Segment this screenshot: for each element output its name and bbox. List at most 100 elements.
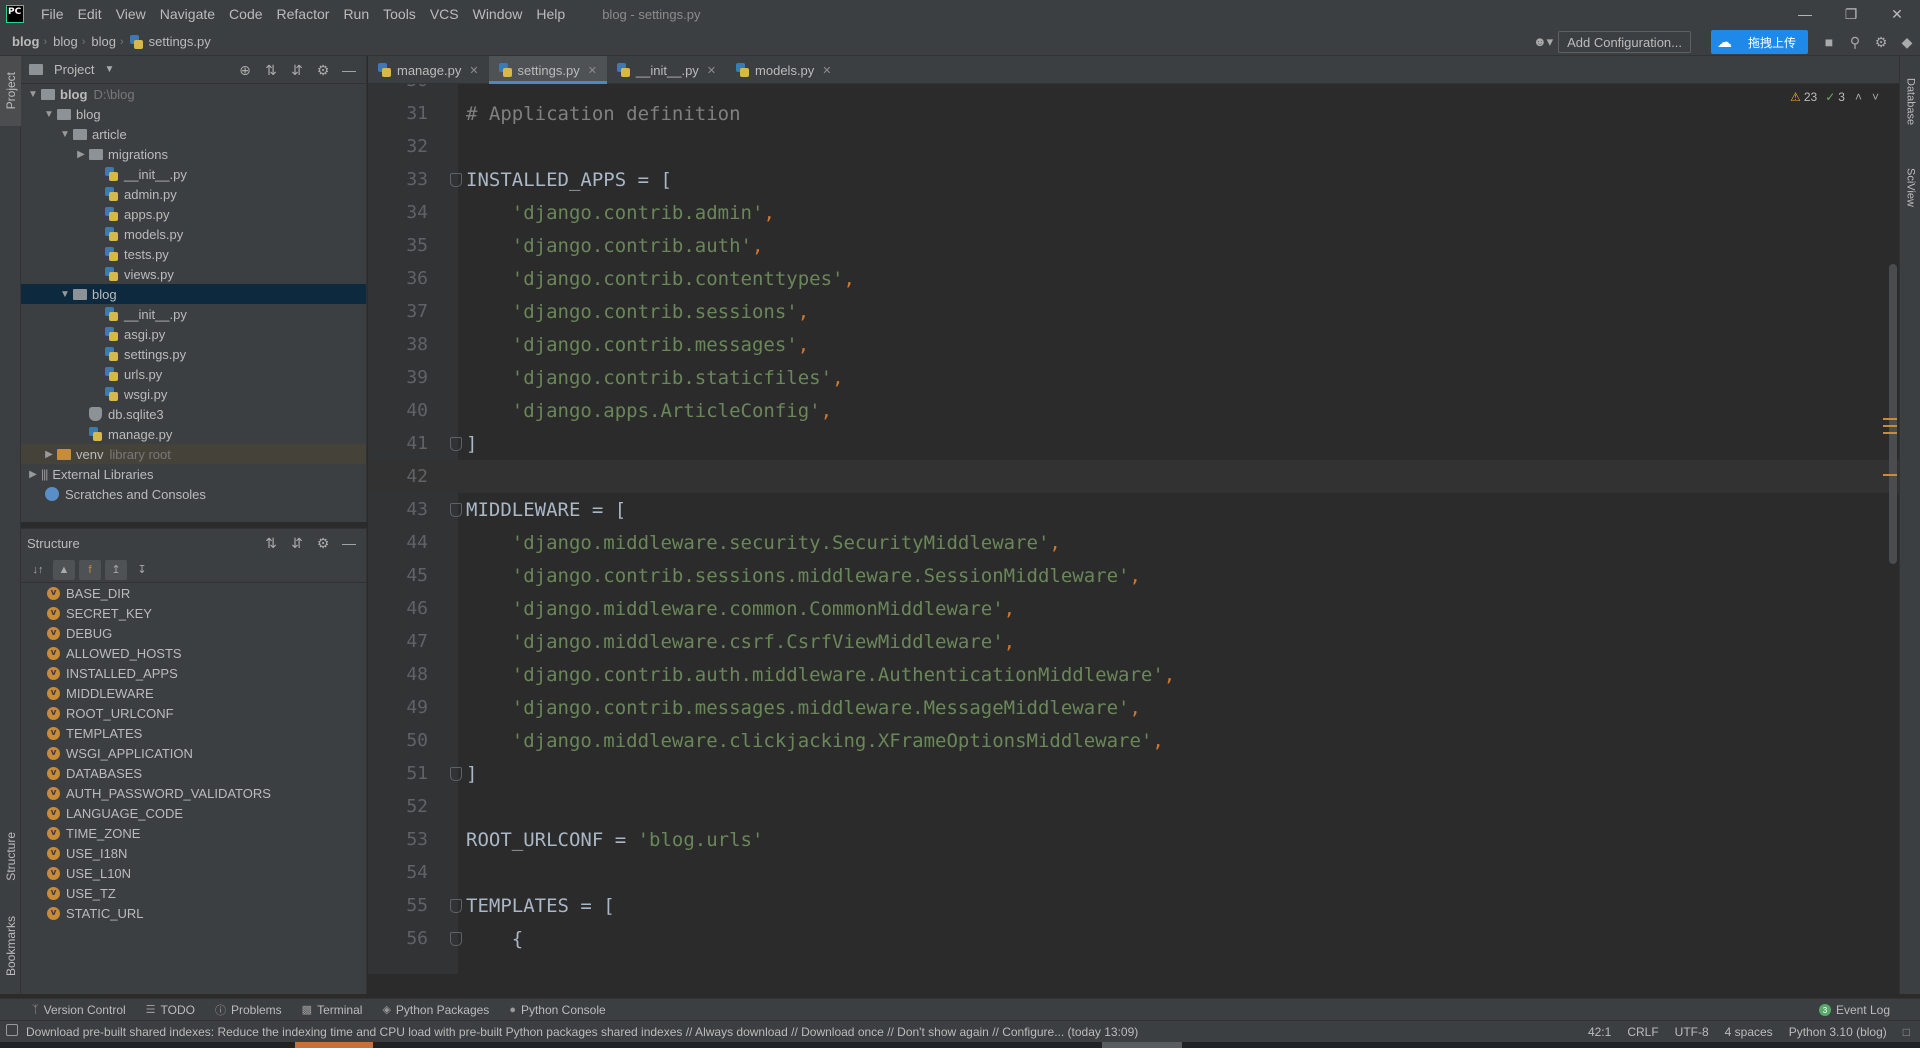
structure-item[interactable]: v ROOT_URLCONF xyxy=(21,703,366,723)
menu-code[interactable]: Code xyxy=(222,6,269,22)
code-line[interactable]: 32 xyxy=(368,130,1899,163)
tree-item[interactable]: admin.py xyxy=(21,184,366,204)
close-icon[interactable]: ✕ xyxy=(1874,0,1920,28)
structure-item[interactable]: v USE_L10N xyxy=(21,863,366,883)
menu-file[interactable]: File xyxy=(34,6,71,22)
structure-item[interactable]: v WSGI_APPLICATION xyxy=(21,743,366,763)
menu-window[interactable]: Window xyxy=(466,6,530,22)
tree-item[interactable]: urls.py xyxy=(21,364,366,384)
close-tab-icon[interactable]: ✕ xyxy=(469,64,478,77)
close-tab-icon[interactable]: ✕ xyxy=(588,64,597,77)
minimize-icon[interactable]: — xyxy=(1782,0,1828,28)
chevron-up-icon[interactable]: ˄ xyxy=(1855,90,1862,104)
code-line[interactable]: 30 xyxy=(368,84,1899,97)
structure-item[interactable]: v LANGUAGE_CODE xyxy=(21,803,366,823)
tree-item[interactable]: ▼ blog xyxy=(21,284,366,304)
chevron-down-icon[interactable]: ▼ xyxy=(25,89,41,100)
structure-item[interactable]: v SECRET_KEY xyxy=(21,603,366,623)
code-line[interactable]: 50 'django.middleware.clickjacking.XFram… xyxy=(368,724,1899,757)
tool-window-button[interactable]: ▩ Terminal xyxy=(292,1002,373,1018)
structure-item[interactable]: v BASE_DIR xyxy=(21,583,366,603)
tree-item[interactable]: __init__.py xyxy=(21,164,366,184)
fold-marker-icon[interactable] xyxy=(450,172,462,187)
restore-icon[interactable]: ❐ xyxy=(1828,0,1874,28)
tree-external-libraries[interactable]: ▶ ||| External Libraries xyxy=(21,464,366,484)
structure-item[interactable]: v ALLOWED_HOSTS xyxy=(21,643,366,663)
breadcrumb-item[interactable]: blog xyxy=(85,34,120,49)
chevron-right-icon[interactable]: ▶ xyxy=(73,149,89,160)
tab-structure[interactable]: Structure xyxy=(0,816,21,896)
gear-icon[interactable]: ⚙ xyxy=(310,62,336,79)
code-line[interactable]: 31 # Application definition xyxy=(368,97,1899,130)
tree-item[interactable]: views.py xyxy=(21,264,366,284)
tool-window-button[interactable]: ◈ Python Packages xyxy=(372,1002,499,1018)
menu-view[interactable]: View xyxy=(109,6,153,22)
menu-tools[interactable]: Tools xyxy=(376,6,423,22)
tree-item[interactable]: db.sqlite3 xyxy=(21,404,366,424)
code-line[interactable]: 34 'django.contrib.admin', xyxy=(368,196,1899,229)
tool-window-button[interactable]: ᛉ Version Control xyxy=(22,1002,136,1018)
breadcrumb-item[interactable]: blog xyxy=(47,34,82,49)
menu-navigate[interactable]: Navigate xyxy=(153,6,222,22)
hide-icon[interactable]: — xyxy=(336,62,362,78)
tree-item[interactable]: __init__.py xyxy=(21,304,366,324)
code-line[interactable]: 38 'django.contrib.messages', xyxy=(368,328,1899,361)
indent-setting[interactable]: 4 spaces xyxy=(1725,1025,1773,1039)
autoscroll-to-source-icon[interactable]: ↥ xyxy=(105,559,127,580)
status-message[interactable]: Download pre-built shared indexes: Reduc… xyxy=(0,1025,1138,1039)
lock-icon[interactable]: □ xyxy=(1903,1025,1910,1039)
inspection-widget[interactable]: ⚠ 23 ✓ 3 ˄ ˅ xyxy=(1790,90,1879,104)
chevron-down-icon[interactable]: ▼ xyxy=(57,289,73,300)
menu-refactor[interactable]: Refactor xyxy=(270,6,337,22)
fold-marker-icon[interactable] xyxy=(450,502,462,517)
tree-item[interactable]: ▶ migrations xyxy=(21,144,366,164)
tab-project[interactable]: Project xyxy=(0,56,21,126)
add-configuration-button[interactable]: Add Configuration... xyxy=(1558,31,1691,53)
tree-item[interactable]: ▼ article xyxy=(21,124,366,144)
tree-item[interactable]: wsgi.py xyxy=(21,384,366,404)
stop-icon[interactable]: ■ xyxy=(1816,34,1842,50)
tree-scratches[interactable]: Scratches and Consoles xyxy=(21,484,366,504)
locate-icon[interactable]: ⊕ xyxy=(232,62,258,79)
code-line[interactable]: 53 ROOT_URLCONF = 'blog.urls' xyxy=(368,823,1899,856)
structure-item[interactable]: v USE_I18N xyxy=(21,843,366,863)
structure-item[interactable]: v TEMPLATES xyxy=(21,723,366,743)
chevron-down-icon[interactable]: ▼ xyxy=(57,129,73,140)
chevron-right-icon[interactable]: ▶ xyxy=(25,469,41,480)
editor-scrollbar[interactable] xyxy=(1889,264,1897,564)
line-separator[interactable]: CRLF xyxy=(1627,1025,1658,1039)
caret-position[interactable]: 42:1 xyxy=(1588,1025,1611,1039)
code-line[interactable]: 54 xyxy=(368,856,1899,889)
file-encoding[interactable]: UTF-8 xyxy=(1675,1025,1709,1039)
tree-item[interactable]: ▼ blog xyxy=(21,104,366,124)
structure-item[interactable]: v TIME_ZONE xyxy=(21,823,366,843)
user-icon[interactable]: ☻▾ xyxy=(1528,34,1558,50)
code-line[interactable]: 41] xyxy=(368,427,1899,460)
fold-marker-icon[interactable] xyxy=(450,766,462,781)
fold-marker-icon[interactable] xyxy=(450,436,462,451)
tree-root[interactable]: ▼ blog D:\blog xyxy=(21,84,366,104)
code-line[interactable]: 51] xyxy=(368,757,1899,790)
code-editor[interactable]: 30 31 # Application definition 32 33 INSTALLE… xyxy=(368,84,1899,974)
event-log-button[interactable]: 3 Event Log xyxy=(1818,999,1890,1021)
autoscroll-from-source-icon[interactable]: ↧ xyxy=(131,560,153,580)
code-line[interactable]: 46 'django.middleware.common.CommonMiddl… xyxy=(368,592,1899,625)
tab-sciview[interactable]: SciView xyxy=(1900,152,1920,222)
breadcrumb-root[interactable]: blog xyxy=(6,34,43,49)
upload-button[interactable]: ☁ 拖拽上传 xyxy=(1710,30,1808,54)
editor-tab[interactable]: settings.py ✕ xyxy=(488,56,608,84)
tab-bookmarks[interactable]: Bookmarks xyxy=(0,901,21,991)
structure-item[interactable]: v INSTALLED_APPS xyxy=(21,663,366,683)
python-interpreter[interactable]: Python 3.10 (blog) xyxy=(1789,1025,1887,1039)
code-line[interactable]: 39 'django.contrib.staticfiles', xyxy=(368,361,1899,394)
collapse-all-icon[interactable]: ⇵ xyxy=(284,62,310,79)
fold-marker-icon[interactable] xyxy=(450,898,462,913)
code-line[interactable]: 44 'django.middleware.security.SecurityM… xyxy=(368,526,1899,559)
gear-icon[interactable]: ⚙ xyxy=(1868,34,1894,51)
tree-item[interactable]: asgi.py xyxy=(21,324,366,344)
structure-item[interactable]: v AUTH_PASSWORD_VALIDATORS xyxy=(21,783,366,803)
menu-run[interactable]: Run xyxy=(336,6,376,22)
tree-item[interactable]: settings.py xyxy=(21,344,366,364)
tree-item[interactable]: manage.py xyxy=(21,424,366,444)
code-line[interactable]: 47 'django.middleware.csrf.CsrfViewMiddl… xyxy=(368,625,1899,658)
